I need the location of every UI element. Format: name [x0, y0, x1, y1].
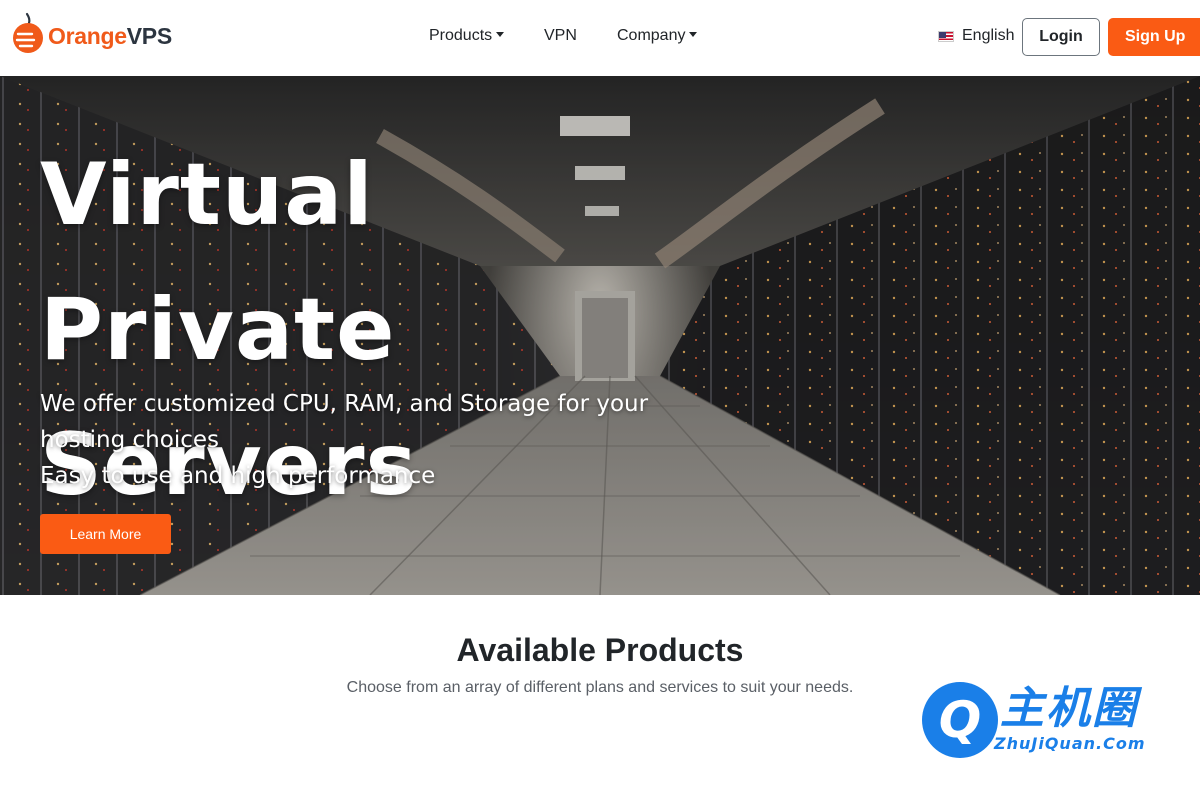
caret-down-icon — [689, 32, 698, 37]
language-selector[interactable]: English — [938, 26, 1014, 46]
hero-title-line1: Virtual Private — [40, 145, 396, 380]
nav-products-dropdown[interactable]: Products — [429, 26, 505, 46]
language-label: English — [962, 27, 1015, 44]
hero-subtitle: We offer customized CPU, RAM, and Storag… — [40, 386, 660, 494]
signup-button[interactable]: Sign Up — [1108, 18, 1200, 56]
main-nav: Products VPN Company — [0, 0, 1200, 76]
us-flag-icon — [938, 30, 954, 42]
nav-vpn-link[interactable]: VPN — [544, 26, 577, 46]
brand-name: OrangeVPS — [48, 22, 172, 49]
brand-logo[interactable]: OrangeVPS — [12, 12, 172, 54]
hero-section: Virtual Private Servers We offer customi… — [0, 76, 1200, 595]
hero-subtitle-line2: Easy to use and high performance — [40, 463, 436, 489]
nav-products-label: Products — [429, 27, 493, 44]
learn-more-button[interactable]: Learn More — [40, 514, 171, 554]
watermark-en-text: ZhuJiQuan.Com — [994, 734, 1146, 753]
login-button[interactable]: Login — [1022, 18, 1100, 56]
nav-company-label: Company — [617, 27, 686, 44]
watermark-cn-text: 主机圈 — [1000, 683, 1138, 734]
watermark-logo: Q 主机圈 ZhuJiQuan.Com — [922, 682, 1172, 762]
caret-down-icon — [496, 32, 505, 37]
nav-vpn-label: VPN — [544, 27, 577, 44]
hero-subtitle-line1: We offer customized CPU, RAM, and Storag… — [40, 391, 649, 453]
watermark-letter: Q — [938, 691, 982, 749]
nav-company-dropdown[interactable]: Company — [617, 26, 698, 46]
products-title: Available Products — [456, 632, 744, 668]
orange-logo-icon — [12, 12, 44, 54]
navbar: OrangeVPS Products VPN Company English L… — [0, 0, 1200, 76]
